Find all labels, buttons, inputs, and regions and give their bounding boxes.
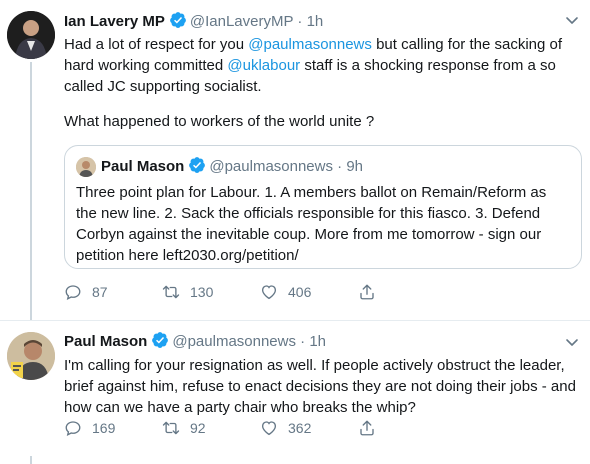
quoted-tweet-text: Three point plan for Labour. 1. A member… — [76, 184, 547, 264]
timestamp[interactable]: 1h — [309, 333, 326, 350]
like-count: 362 — [288, 420, 312, 436]
text-segment: Had a lot of respect for you — [64, 36, 249, 53]
tweet-divider — [0, 320, 590, 321]
author-handle[interactable]: @paulmasonnews — [172, 333, 296, 350]
reply-icon — [65, 421, 81, 436]
separator-dot: · — [337, 158, 343, 175]
caret-down-icon[interactable] — [564, 334, 580, 350]
tweet-header: Paul Mason @paulmasonnews · 1h — [64, 331, 326, 355]
share-icon — [360, 284, 374, 300]
tweet-text-paragraph: What happened to workers of the world un… — [64, 113, 375, 130]
caret-down-icon[interactable] — [564, 12, 580, 28]
tweet-text: I'm calling for your resignation as well… — [64, 357, 576, 416]
tweet-paul-mason[interactable]: Paul Mason @paulmasonnews · 1h I'm callin… — [0, 322, 590, 464]
quoted-tweet[interactable]: Paul Mason @paulmasonnews · 9h Three poin… — [64, 145, 582, 269]
tweet-actions: 87 130 406 — [64, 283, 456, 301]
avatar[interactable] — [7, 11, 55, 59]
reply-count: 87 — [92, 284, 108, 300]
like-icon — [261, 421, 277, 436]
verified-badge-icon — [151, 331, 169, 355]
avatar — [76, 157, 96, 177]
share-icon — [360, 420, 374, 436]
retweet-count: 130 — [190, 284, 214, 300]
like-count: 406 — [288, 284, 312, 300]
share-button[interactable] — [358, 419, 456, 437]
retweet-button[interactable]: 130 — [162, 283, 260, 301]
reply-button[interactable]: 169 — [64, 419, 162, 437]
reply-icon — [65, 285, 81, 300]
author-handle[interactable]: @IanLaveryMP — [190, 13, 293, 30]
author-name: Paul Mason — [101, 158, 185, 175]
verified-badge-icon — [169, 11, 187, 35]
tweet-text: Had a lot of respect for you @paulmasonn… — [64, 34, 584, 97]
retweet-count: 92 — [190, 420, 206, 436]
share-button[interactable] — [358, 283, 456, 301]
timestamp: 9h — [346, 158, 364, 175]
timestamp[interactable]: 1h — [307, 13, 324, 30]
separator-dot: · — [300, 333, 306, 350]
retweet-icon — [162, 421, 180, 435]
like-button[interactable]: 362 — [260, 419, 358, 437]
separator-dot: · — [297, 13, 303, 30]
quoted-tweet-header: Paul Mason @paulmasonnews · 9h — [101, 156, 363, 180]
reply-button[interactable]: 87 — [64, 283, 162, 301]
like-button[interactable]: 406 — [260, 283, 358, 301]
mention-link[interactable]: @paulmasonnews — [248, 36, 372, 53]
author-name[interactable]: Paul Mason — [64, 333, 147, 350]
tweet-header: Ian Lavery MP @IanLaveryMP · 1h — [64, 11, 323, 35]
thread-connector — [30, 456, 32, 464]
retweet-icon — [162, 285, 180, 299]
mention-link[interactable]: @uklabour — [227, 57, 300, 74]
author-name[interactable]: Ian Lavery MP — [64, 13, 165, 30]
retweet-button[interactable]: 92 — [162, 419, 260, 437]
avatar[interactable] — [7, 332, 55, 380]
like-icon — [261, 285, 277, 300]
author-handle: @paulmasonnews — [209, 158, 333, 175]
tweet-ian-lavery[interactable]: Ian Lavery MP @IanLaveryMP · 1h Had a lot… — [0, 0, 590, 322]
tweet-actions: 169 92 362 — [64, 419, 456, 437]
reply-count: 169 — [92, 420, 116, 436]
verified-badge-icon — [188, 156, 206, 180]
